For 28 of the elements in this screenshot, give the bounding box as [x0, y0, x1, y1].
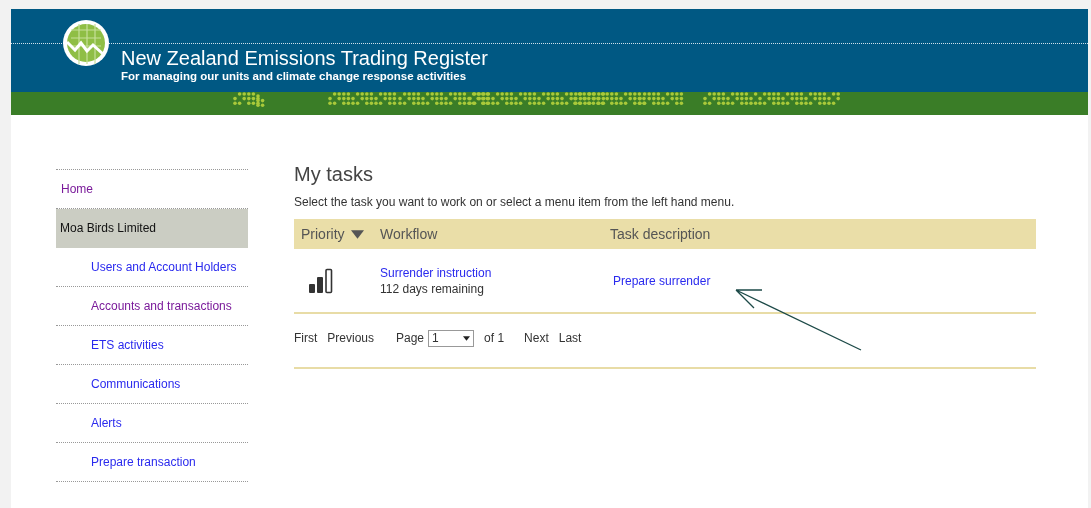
logo-icon: [61, 18, 111, 68]
caret-icon: [463, 335, 471, 341]
column-header[interactable]: Priority: [301, 226, 345, 242]
sidebar-item[interactable]: ETS activities: [56, 326, 248, 365]
priority-bars-icon: [308, 267, 334, 294]
workflow-link[interactable]: Surrender instruction: [380, 265, 492, 280]
site-subtitle: For managing our units and climate change response activities: [121, 69, 468, 83]
days-remaining: 112 days remaining: [380, 280, 485, 297]
page-label: Page: [396, 331, 425, 345]
sidebar-item[interactable]: Accounts and transactions: [56, 287, 248, 326]
sort-descending-icon[interactable]: [350, 229, 364, 239]
sidebar-item[interactable]: Prepare transaction: [56, 443, 248, 482]
column-header: Task description: [610, 226, 711, 242]
intro-text: Select the task you want to work on or select a menu item from the left hand menu.: [294, 195, 736, 209]
page-title: My tasks: [294, 162, 374, 186]
sidebar-item[interactable]: Communications: [56, 365, 248, 404]
page-total: of 1: [484, 331, 505, 345]
task-link[interactable]: Prepare surrender: [613, 273, 711, 288]
site-title: New Zealand Emissions Trading Register: [121, 47, 488, 69]
next-link[interactable]: Next: [524, 331, 549, 345]
sidebar-item[interactable]: Alerts: [56, 404, 248, 443]
column-header: Workflow: [380, 226, 438, 242]
first-link[interactable]: First: [294, 331, 318, 345]
last-link[interactable]: Last: [558, 331, 582, 345]
sidebar-item[interactable]: Users and Account Holders: [56, 248, 248, 287]
sidebar-item[interactable]: Moa Birds Limited: [56, 209, 248, 248]
page-select[interactable]: 1: [428, 329, 475, 347]
previous-link[interactable]: Previous: [327, 331, 374, 345]
